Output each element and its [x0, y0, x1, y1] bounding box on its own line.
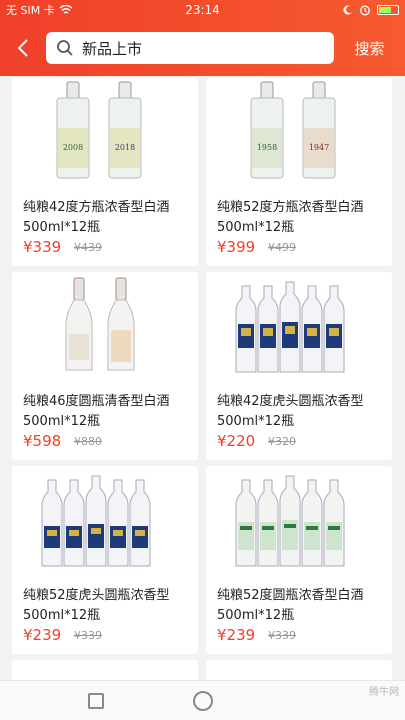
carrier-text: 无 SIM 卡 — [6, 4, 55, 17]
product-image: 1958 1947 — [206, 78, 392, 186]
product-old-price: ¥320 — [268, 435, 296, 448]
back-button[interactable] — [0, 20, 46, 76]
product-price: ¥598 — [23, 432, 62, 450]
product-name: 纯粮52度方瓶浓香型白酒500ml*12瓶 — [217, 200, 364, 235]
watermark: 腾牛网 — [369, 687, 399, 698]
product-card-partial[interactable] — [12, 660, 198, 680]
product-image — [206, 466, 392, 574]
product-card[interactable]: 纯粮46度圆瓶清香型白酒500ml*12瓶 ¥598 ¥880 — [12, 272, 198, 460]
product-name: 纯粮52度虎头圆瓶浓香型500ml*12瓶 — [23, 588, 170, 623]
product-card[interactable]: 纯粮52度圆瓶浓香型白酒500ml*12瓶 ¥239 ¥339 — [206, 466, 392, 654]
product-name: 纯粮46度圆瓶清香型白酒500ml*12瓶 — [23, 394, 170, 429]
product-card[interactable]: 2008 2018 纯粮42度方瓶浓香型白酒500ml*12瓶 ¥339 ¥43… — [12, 78, 198, 266]
label-text: 2018 — [115, 143, 135, 152]
product-old-price: ¥499 — [268, 241, 296, 254]
product-price: ¥239 — [23, 626, 62, 644]
product-old-price: ¥439 — [74, 241, 102, 254]
moon-icon — [343, 5, 352, 15]
product-card[interactable]: 纯粮52度虎头圆瓶浓香型500ml*12瓶 ¥239 ¥339 — [12, 466, 198, 654]
search-button[interactable]: 搜索 — [334, 38, 405, 59]
search-header: 搜索 — [0, 20, 405, 76]
product-name: 纯粮52度圆瓶浓香型白酒500ml*12瓶 — [217, 588, 364, 623]
product-card[interactable]: 纯粮42度虎头圆瓶浓香型500ml*12瓶 ¥220 ¥320 — [206, 272, 392, 460]
search-icon — [57, 40, 73, 56]
product-price: ¥220 — [217, 432, 256, 450]
product-old-price: ¥880 — [74, 435, 102, 448]
battery-icon — [377, 5, 399, 15]
product-image — [12, 466, 198, 574]
product-name: 纯粮42度虎头圆瓶浓香型500ml*12瓶 — [217, 394, 364, 429]
search-input[interactable] — [82, 39, 322, 57]
label-text: 1947 — [309, 143, 329, 152]
product-name: 纯粮42度方瓶浓香型白酒500ml*12瓶 — [23, 200, 170, 235]
product-image: 2008 2018 — [12, 78, 198, 186]
recents-button[interactable] — [88, 693, 104, 709]
search-box[interactable] — [46, 32, 334, 64]
home-button[interactable] — [193, 691, 213, 711]
product-old-price: ¥339 — [268, 629, 296, 642]
chevron-left-icon — [17, 39, 28, 57]
product-price: ¥399 — [217, 238, 256, 256]
alarm-icon — [360, 5, 370, 16]
status-bar: 无 SIM 卡 23:14 — [0, 0, 405, 20]
product-image — [206, 272, 392, 380]
product-image — [12, 272, 198, 380]
wifi-icon — [59, 5, 73, 14]
product-price: ¥339 — [23, 238, 62, 256]
label-text: 2008 — [63, 143, 83, 152]
product-price: ¥239 — [217, 626, 256, 644]
label-text: 1958 — [257, 143, 277, 152]
product-grid[interactable]: 2008 2018 纯粮42度方瓶浓香型白酒500ml*12瓶 ¥339 ¥43… — [0, 76, 405, 680]
system-nav-bar: 腾牛网 — [0, 680, 405, 720]
product-card-partial[interactable] — [206, 660, 392, 680]
product-card[interactable]: 1958 1947 纯粮52度方瓶浓香型白酒500ml*12瓶 ¥399 ¥49… — [206, 78, 392, 266]
product-old-price: ¥339 — [74, 629, 102, 642]
